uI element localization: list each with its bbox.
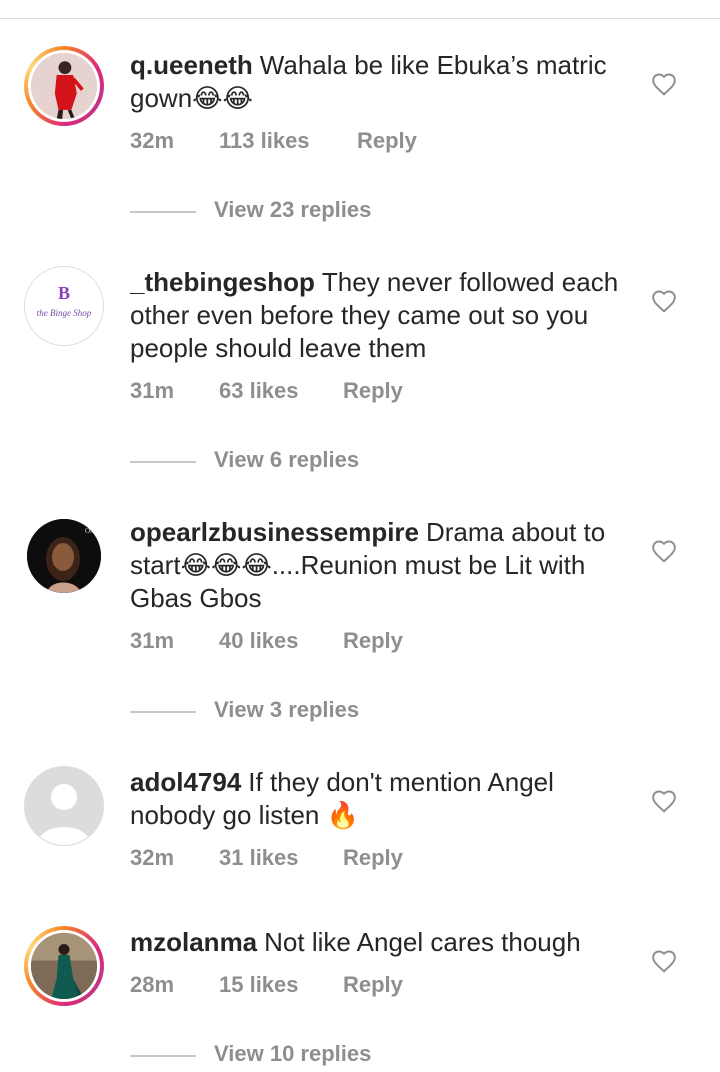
heart-icon[interactable] <box>651 789 677 815</box>
replies-divider-line <box>130 1055 196 1057</box>
heart-icon[interactable] <box>651 539 677 565</box>
comment-time: 31m <box>130 378 175 403</box>
comment-likes[interactable]: 31 likes <box>219 845 299 871</box>
binge-shop-logo-icon: B the Binge Shop <box>25 267 103 345</box>
avatar-photo <box>31 53 97 119</box>
reply-button[interactable]: Reply <box>357 128 417 154</box>
avatar[interactable]: ON <box>24 516 104 596</box>
replies-divider-line <box>130 711 196 713</box>
heart-icon[interactable] <box>651 72 677 98</box>
comment-body: q.ueeneth Wahala be like Ebuka’s matric g… <box>130 49 620 115</box>
view-replies-label[interactable]: View 10 replies <box>214 1041 371 1067</box>
comment-time: 28m <box>130 972 175 997</box>
avatar[interactable] <box>24 766 104 846</box>
comment-body: opearlzbusinessempire Drama about to star… <box>130 516 620 615</box>
comment-time: 32m <box>130 845 175 870</box>
comment-body: _thebingeshop They never followed each ot… <box>130 266 620 365</box>
comment-username[interactable]: q.ueeneth <box>130 50 253 80</box>
comment-likes[interactable]: 15 likes <box>219 972 299 998</box>
view-replies-label[interactable]: View 23 replies <box>214 197 371 223</box>
comment-time: 32m <box>130 128 175 153</box>
reply-button[interactable]: Reply <box>343 628 403 654</box>
replies-divider-line <box>130 211 196 213</box>
comment-likes[interactable]: 113 likes <box>219 128 310 154</box>
reply-button[interactable]: Reply <box>343 378 403 404</box>
reply-button[interactable]: Reply <box>343 845 403 871</box>
comment-username[interactable]: mzolanma <box>130 927 257 957</box>
default-user-icon <box>25 767 103 845</box>
view-replies-label[interactable]: View 6 replies <box>214 447 359 473</box>
svg-text:B: B <box>58 283 70 303</box>
avatar[interactable] <box>24 926 104 1006</box>
heart-icon[interactable] <box>651 949 677 975</box>
svg-text:ON: ON <box>85 527 95 535</box>
reply-button[interactable]: Reply <box>343 972 403 998</box>
avatar[interactable] <box>24 46 104 126</box>
comment-text: Not like Angel cares though <box>264 927 581 957</box>
view-replies-label[interactable]: View 3 replies <box>214 697 359 723</box>
avatar-photo <box>31 933 97 999</box>
replies-divider-line <box>130 461 196 463</box>
comment-time: 31m <box>130 628 175 653</box>
heart-icon[interactable] <box>651 289 677 315</box>
logo-text: the Binge Shop <box>37 308 92 318</box>
comment-username[interactable]: adol4794 <box>130 767 241 797</box>
comment-body: adol4794 If they don't mention Angel nobo… <box>130 766 620 832</box>
comment-likes[interactable]: 63 likes <box>219 378 299 404</box>
comment-username[interactable]: opearlzbusinessempire <box>130 517 419 547</box>
avatar[interactable]: B the Binge Shop <box>24 266 104 346</box>
comment-likes[interactable]: 40 likes <box>219 628 299 654</box>
top-divider <box>0 18 720 19</box>
avatar-photo: ON <box>27 519 101 593</box>
comment-body: mzolanma Not like Angel cares though <box>130 926 620 959</box>
comment-username[interactable]: _thebingeshop <box>130 267 315 297</box>
